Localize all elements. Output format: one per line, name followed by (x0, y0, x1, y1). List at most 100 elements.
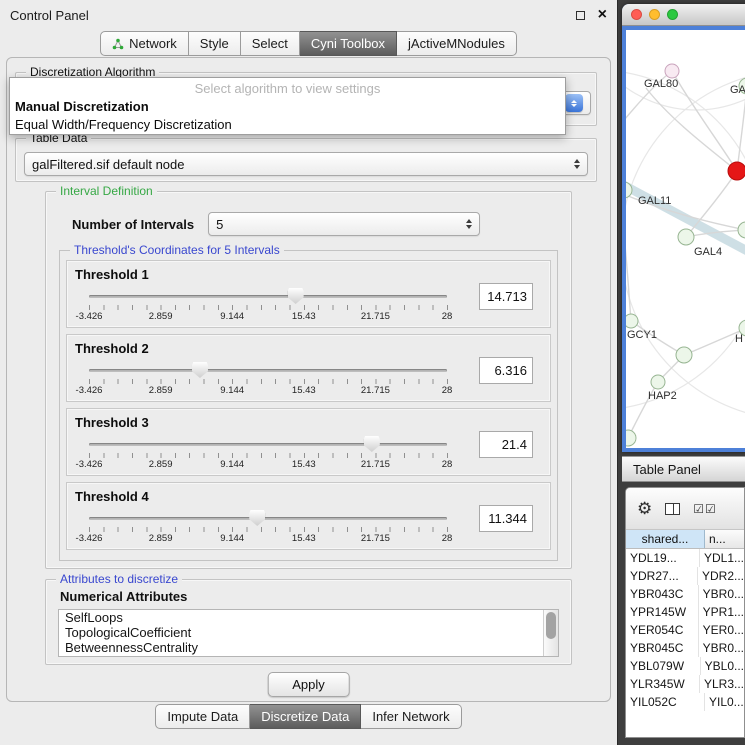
threshold-slider[interactable] (89, 435, 447, 452)
tick-label: 28 (442, 533, 453, 544)
table-row[interactable]: YBR043CYBR0... (626, 585, 744, 603)
apply-button[interactable]: Apply (267, 672, 350, 697)
network-node[interactable] (626, 314, 638, 328)
list-item[interactable]: SelfLoops (59, 610, 558, 625)
cell[interactable]: YER0... (699, 621, 744, 639)
bottom-tab-bar: Impute Data Discretize Data Infer Networ… (0, 704, 617, 729)
popup-option-equal-width-frequency[interactable]: Equal Width/Frequency Discretization (10, 116, 565, 134)
network-node[interactable] (678, 229, 694, 245)
table-panel-title: Table Panel (633, 462, 701, 477)
popup-option-manual-discretization[interactable]: Manual Discretization (10, 98, 565, 116)
threshold-slider[interactable] (89, 361, 447, 378)
threshold-slider[interactable] (89, 509, 447, 526)
column-header-shared-name[interactable]: shared... (626, 530, 705, 548)
slider-thumb[interactable] (364, 436, 380, 452)
tab-label: Select (252, 36, 288, 51)
table-data-combo[interactable]: galFiltered.sif default node (24, 152, 588, 176)
tab-select[interactable]: Select (241, 31, 300, 56)
cell[interactable]: YDL1... (700, 549, 744, 567)
slider-thumb[interactable] (288, 288, 304, 304)
cell[interactable]: YBL079W (626, 657, 701, 675)
table-row[interactable]: YDL19...YDL1... (626, 549, 744, 567)
threshold-value-field[interactable]: 21.4 (479, 431, 533, 458)
selected-network-node[interactable] (728, 162, 745, 180)
cell[interactable]: YER054C (626, 621, 699, 639)
table-row[interactable]: YPR145WYPR1... (626, 603, 744, 621)
cell[interactable]: YPR145W (626, 603, 699, 621)
checkbox-icons[interactable]: ☑☑ (693, 502, 717, 516)
tab-label: Style (200, 36, 229, 51)
network-node[interactable] (651, 375, 665, 389)
tick-label: 15.43 (292, 385, 316, 396)
cell[interactable]: YBR043C (626, 585, 699, 603)
table-row[interactable]: YBR045CYBR0... (626, 639, 744, 657)
node-label[interactable]: GA (730, 84, 745, 96)
cell[interactable]: YBR045C (626, 639, 699, 657)
attributes-list[interactable]: SelfLoops TopologicalCoefficient Between… (58, 609, 559, 657)
network-view-window: GAL80 GA GAL11 GAL4 GCY1 H HAP2 (622, 4, 745, 452)
node-label[interactable]: GCY1 (627, 329, 657, 341)
columns-icon[interactable] (665, 503, 680, 515)
network-node[interactable] (676, 347, 692, 363)
network-node[interactable] (665, 64, 679, 78)
cell[interactable]: YPR1... (699, 603, 744, 621)
threshold-slider[interactable] (89, 287, 447, 304)
tab-cyni-toolbox[interactable]: Cyni Toolbox (300, 31, 397, 56)
node-label[interactable]: HAP2 (648, 390, 677, 402)
close-traffic-light-icon[interactable] (631, 9, 642, 20)
table-row[interactable]: YLR345WYLR3... (626, 675, 744, 693)
tick-label: 21.715 (361, 533, 390, 544)
node-label[interactable]: GAL80 (644, 78, 678, 90)
float-window-icon[interactable] (576, 11, 585, 20)
node-label[interactable]: GAL11 (638, 195, 671, 207)
cell[interactable]: YDR2... (698, 567, 744, 585)
slider-thumb[interactable] (192, 362, 208, 378)
zoom-traffic-light-icon[interactable] (667, 9, 678, 20)
table-row[interactable]: YIL052CYIL0... (626, 693, 744, 711)
network-canvas[interactable]: GAL80 GA GAL11 GAL4 GCY1 H HAP2 (626, 30, 745, 448)
threshold-value-field[interactable]: 6.316 (479, 357, 533, 384)
tick-label: 2.859 (149, 459, 173, 470)
threshold-label: Threshold 4 (75, 489, 463, 504)
cell[interactable]: YLR3... (700, 675, 744, 693)
number-of-intervals-combo[interactable]: 5 (208, 212, 480, 236)
tick-label: 9.144 (220, 459, 244, 470)
tick-label: 28 (442, 385, 453, 396)
cell[interactable]: YDL19... (626, 549, 700, 567)
network-node[interactable] (738, 222, 745, 238)
list-item[interactable]: BetweennessCentrality (59, 640, 558, 655)
threshold-value-field[interactable]: 11.344 (479, 505, 533, 532)
list-item[interactable]: TopologicalCoefficient (59, 625, 558, 640)
table-row[interactable]: YBL079WYBL0... (626, 657, 744, 675)
node-label[interactable]: H (735, 333, 743, 345)
table-data-group: Table Data galFiltered.sif default node (15, 138, 597, 182)
close-icon[interactable]: × (598, 7, 607, 23)
scrollbar[interactable] (543, 610, 558, 656)
cell[interactable]: YLR345W (626, 675, 700, 693)
tab-impute-data[interactable]: Impute Data (155, 704, 250, 729)
gear-icon[interactable]: ⚙ (637, 500, 652, 517)
network-node[interactable] (626, 430, 636, 446)
table-row[interactable]: YER054CYER0... (626, 621, 744, 639)
slider-thumb[interactable] (249, 510, 265, 526)
threshold-value-field[interactable]: 14.713 (479, 283, 533, 310)
tab-infer-network[interactable]: Infer Network (361, 704, 461, 729)
tick-label: 21.715 (361, 311, 390, 322)
cell[interactable]: YBR0... (699, 585, 744, 603)
tab-network[interactable]: Network (100, 31, 189, 56)
tab-style[interactable]: Style (189, 31, 241, 56)
combo-stepper-icon[interactable] (565, 94, 583, 112)
scrollbar-thumb[interactable] (546, 612, 556, 639)
tab-jactivemnodules[interactable]: jActiveMNodules (397, 31, 517, 56)
cell[interactable]: YIL052C (626, 693, 705, 711)
table-row[interactable]: YDR27...YDR2... (626, 567, 744, 585)
column-header-name[interactable]: n... (705, 530, 744, 548)
minimize-traffic-light-icon[interactable] (649, 9, 660, 20)
cell[interactable]: YBL0... (701, 657, 744, 675)
slider-track (89, 369, 447, 372)
cell[interactable]: YIL0... (705, 693, 744, 711)
tab-discretize-data[interactable]: Discretize Data (250, 704, 361, 729)
cell[interactable]: YDR27... (626, 567, 698, 585)
cell[interactable]: YBR0... (699, 639, 744, 657)
node-label[interactable]: GAL4 (694, 246, 722, 258)
